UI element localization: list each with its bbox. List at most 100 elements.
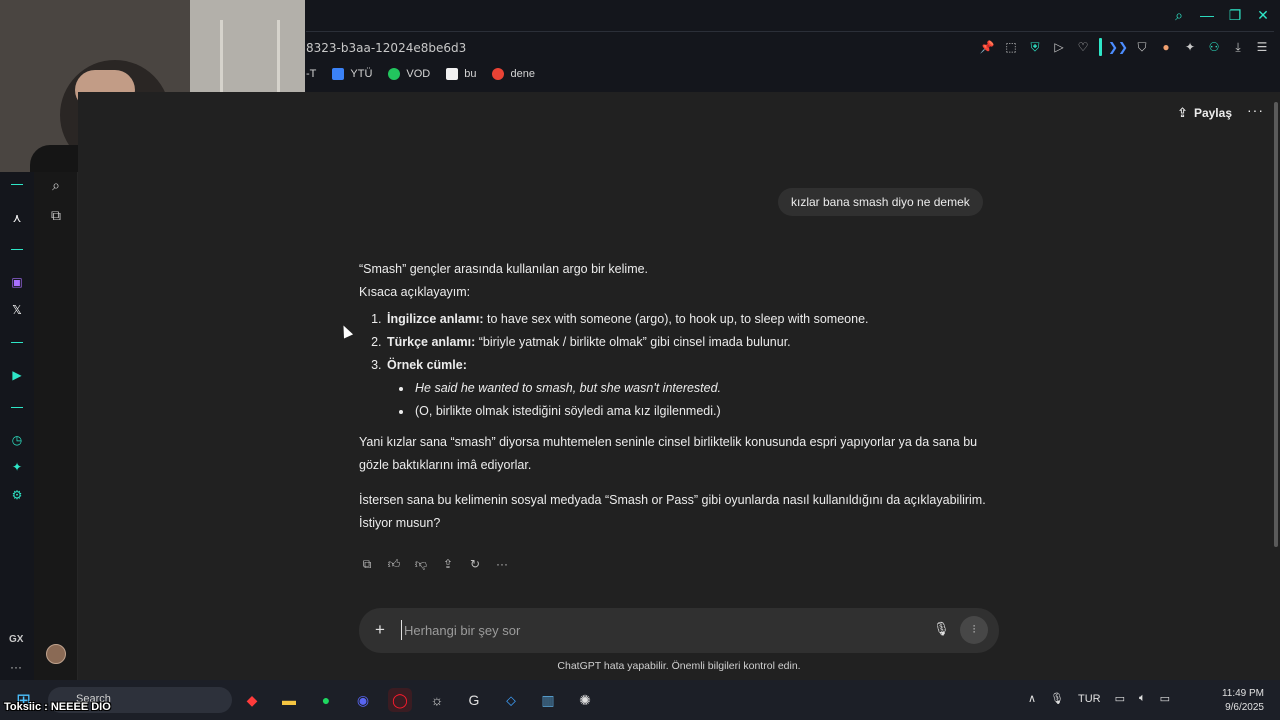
bookmarks-bar: -T YTÜ VOD bu dene [306,68,535,80]
profile-icon[interactable]: ⚇ [1206,38,1222,56]
opera-gx-icon[interactable]: ◯ [388,688,412,712]
answer-paragraph: Yani kızlar sana “smash” diyorsa muhteme… [359,435,978,472]
extension-icon[interactable]: ❯❯ [1108,38,1128,56]
more-icon[interactable]: ··· [10,660,22,674]
list-item-text: to have sex with someone (argo), to hook… [483,312,869,326]
copy-icon[interactable]: ⧉ [359,556,375,572]
bookmark-item[interactable]: VOD [388,68,430,80]
battery-icon[interactable]: ▭ [1160,692,1170,705]
example-list: He said he wanted to smash, but she wasn… [413,377,999,423]
voice-mode-button[interactable]: ⫶ [960,616,988,644]
bookmark-item[interactable]: -T [306,68,316,80]
stream-overlay-text: Toksiic : NEEEE DIO [4,701,111,713]
app-sun-icon[interactable]: ☼ [425,688,449,712]
example-text: (O, birlikte olmak istediğini söyledi am… [415,404,721,418]
scrollbar[interactable] [1272,92,1280,680]
thumbs-down-icon[interactable]: 👎︎ [413,556,429,572]
close-icon[interactable]: ✕ [1254,6,1272,24]
pin-icon[interactable]: 📌 [979,38,995,56]
adblock-icon[interactable]: ⛉ [1134,38,1150,56]
taskbar-apps: ◆ ▬ ● ◉ ◯ ☼ G ⬦ ▥ ✺ [240,688,597,712]
volume-icon[interactable]: 🔈︎ [1139,692,1146,705]
search-chats-icon[interactable]: ⌕ [47,176,65,194]
discord-icon[interactable]: ◉ [351,688,375,712]
download-icon[interactable]: ⤓ [1230,38,1246,56]
history-icon[interactable]: ◷ [9,432,25,448]
network-icon[interactable]: ▭ [1115,692,1125,705]
bookmark-icon [388,68,401,80]
answer-paragraph: İstersen sana bu kelimenin sosyal medyad… [359,493,986,530]
disclaimer: ChatGPT hata yapabilir. Önemli bilgileri… [557,660,801,672]
system-tray: ∧ 🎙︎ TUR ▭ 🔈︎ ▭ [1028,692,1170,705]
clock[interactable]: 11:49 PM 9/6/2025 [1222,687,1264,715]
aria-icon[interactable]: ⋏ [9,210,25,226]
share-label: Paylaş [1193,106,1232,120]
puzzle-icon[interactable]: ✦ [1182,38,1198,56]
address-bar-url[interactable]: 8323-b3aa-12024e8be6d3 [306,41,466,55]
chatgpt-sidebar: ⌕ ⧉ [34,172,78,680]
list-item-title: İngilizce anlamı: [387,312,484,326]
list-item: İngilizce anlamı: to have sex with someo… [385,308,999,331]
prompt-input[interactable] [401,620,901,640]
avatar[interactable] [46,644,66,664]
bookmark-item[interactable]: bu [446,68,476,80]
player-icon[interactable]: ▶ [9,367,25,383]
search-icon[interactable]: ⌕ [1170,6,1188,24]
heart-icon[interactable]: ♡ [1075,38,1091,56]
share-icon[interactable]: ⇪ [440,556,456,572]
clock-date: 9/6/2025 [1225,702,1264,713]
list-item-title: Örnek cümle: [387,358,467,372]
answer-list: İngilizce anlamı: to have sex with someo… [385,308,999,423]
bookmark-label: -T [306,68,317,80]
twitch-icon[interactable]: ▣ [9,274,25,290]
more-options-icon[interactable]: ··· [1247,102,1264,118]
gx-label: GX [9,634,24,645]
audio-app-icon[interactable]: ▥ [536,688,560,712]
bookmark-item[interactable]: dene [492,68,535,80]
answer-lead: Kısaca açıklayayım: [359,285,471,299]
dock-divider [11,407,23,408]
list-item-text: “biriyle yatmak / birlikte olmak” gibi c… [475,335,791,349]
shield-icon[interactable]: ⛨ [1027,38,1043,56]
chat-main: ⇪ Paylaş ··· kızlar bana smash diyo ne d… [78,92,1272,680]
regenerate-icon[interactable]: ↻ [467,556,483,572]
google-icon [492,68,505,80]
extension-face-icon[interactable]: ● [1158,38,1174,56]
snapshot-icon[interactable]: ⬚ [1003,38,1019,56]
plus-icon[interactable]: + [375,620,385,640]
extensions-toolbar: 📌 ⬚ ⛨ ▷ ♡ ❯❯ ⛉ ● ✦ ⚇ ⤓ ☰ [979,38,1270,56]
user-message: kızlar bana smash diyo ne demek [778,188,983,216]
bookmark-label: bu [464,68,477,80]
easy-setup-icon[interactable]: ☰ [1254,38,1270,56]
taskbar: ⊞ Search ◆ ▬ ● ◉ ◯ ☼ G ⬦ ▥ ✺ ∧ 🎙︎ TUR ▭ … [0,680,1280,720]
thumbs-up-icon[interactable]: 👍︎ [386,556,402,572]
more-icon[interactable]: ··· [494,556,510,572]
microphone-icon[interactable]: 🎙︎ [933,621,950,637]
window-controls: ⌕ — ❐ ✕ [1170,6,1272,24]
message-actions: ⧉ 👍︎ 👎︎ ⇪ ↻ ··· [359,556,510,572]
minimize-icon[interactable]: — [1198,6,1216,24]
app-g-icon[interactable]: G [462,688,486,712]
clock-time: 11:49 PM [1221,688,1264,699]
settings-icon[interactable]: ⚙ [9,487,25,503]
x-icon[interactable]: 𝕏 [9,302,25,318]
app-diamond-icon[interactable]: ⬦ [499,688,523,712]
chevron-up-icon[interactable]: ∧ [1028,692,1036,705]
composer: + 🎙︎ ⫶ [359,608,999,653]
bookmark-label: VOD [406,68,431,80]
play-icon[interactable]: ▷ [1051,38,1067,56]
dock-divider [11,184,23,185]
bookmark-item[interactable]: YTÜ [332,68,372,80]
extensions-icon[interactable]: ✦ [9,459,25,475]
microphone-icon[interactable]: 🎙︎ [1050,692,1064,705]
library-icon[interactable]: ⧉ [47,206,65,224]
language-indicator[interactable]: TUR [1078,693,1101,705]
bookmark-icon [332,68,345,80]
scrollbar-thumb[interactable] [1274,102,1278,547]
file-explorer-icon[interactable]: ▬ [277,688,301,712]
spotify-icon[interactable]: ● [314,688,338,712]
share-button[interactable]: ⇪ Paylaş [1177,105,1232,121]
steelseries-icon[interactable]: ✺ [573,688,597,712]
restore-icon[interactable]: ❐ [1226,6,1244,24]
app-red-diamond-icon[interactable]: ◆ [240,688,264,712]
